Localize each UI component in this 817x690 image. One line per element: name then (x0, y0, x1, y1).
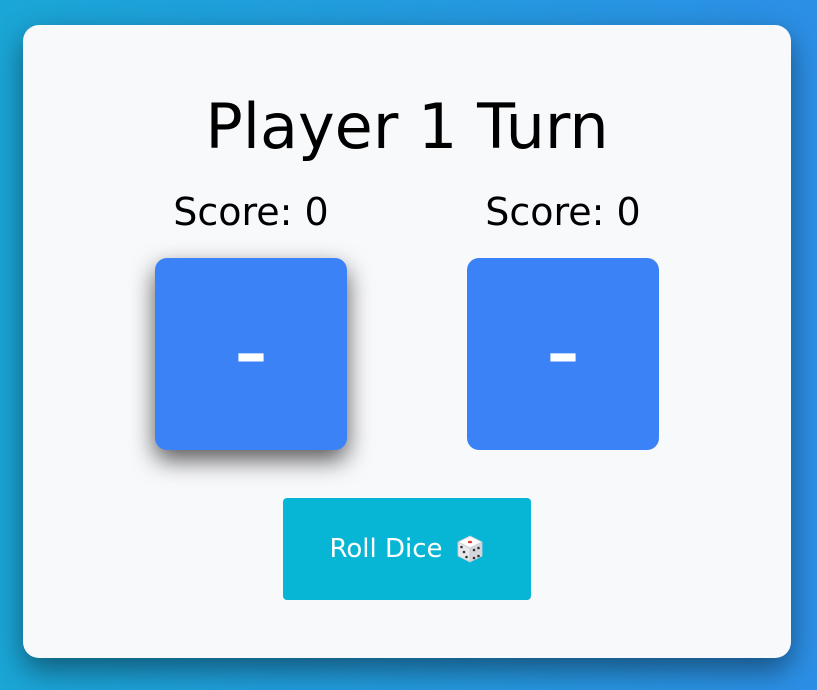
player-1-die: – (155, 258, 347, 450)
turn-title: Player 1 Turn (205, 90, 609, 163)
player-2-score: Score: 0 (485, 190, 641, 234)
roll-dice-label: Roll Dice (329, 534, 443, 564)
roll-dice-button[interactable]: Roll Dice (283, 498, 531, 600)
player-2-die-value: – (547, 317, 579, 391)
game-card: Player 1 Turn Score: 0 Score: 0 – – Roll… (23, 25, 791, 658)
player-1-die-value: – (235, 317, 267, 391)
dice-icon (455, 534, 485, 564)
player-1-score: Score: 0 (173, 190, 329, 234)
player-2-die: – (467, 258, 659, 450)
